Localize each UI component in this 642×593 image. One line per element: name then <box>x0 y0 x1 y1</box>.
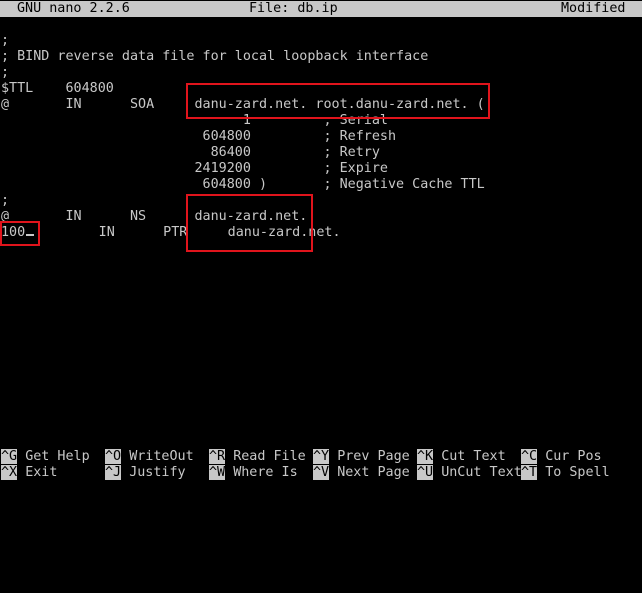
shortcut-where-is[interactable]: ^W Where Is <box>209 465 298 481</box>
shortcut-read-file[interactable]: ^R Read File <box>209 449 306 465</box>
shortcut-cut-text[interactable]: ^K Cut Text <box>417 449 506 465</box>
editor-line[interactable]: ; BIND reverse data file for local loopb… <box>1 49 428 65</box>
shortcut-writeout[interactable]: ^O WriteOut <box>105 449 194 465</box>
modified-status: Modified <box>561 1 626 16</box>
app-version: GNU nano 2.2.6 <box>17 1 130 16</box>
shortcut-exit[interactable]: ^X Exit <box>1 465 57 481</box>
editor-line[interactable]: 604800 ; Refresh <box>1 129 397 145</box>
shortcut-cur-pos[interactable]: ^C Cur Pos <box>521 449 602 465</box>
shortcut-get-help[interactable]: ^G Get Help <box>1 449 90 465</box>
shortcut-uncut-text[interactable]: ^U UnCut Text <box>417 465 522 481</box>
terminal-screen: GNU nano 2.2.6 File: db.ip Modified ; ; … <box>0 0 642 483</box>
shortcut-justify[interactable]: ^J Justify <box>105 465 186 481</box>
editor-line[interactable]: 86400 ; Retry <box>1 145 380 161</box>
shortcut-prev-page[interactable]: ^Y Prev Page <box>313 449 410 465</box>
file-name: File: db.ip <box>249 1 338 16</box>
shortcut-to-spell[interactable]: ^T To Spell <box>521 465 610 481</box>
editor-line[interactable]: $TTL 604800 <box>1 81 114 97</box>
nano-title-bar: GNU nano 2.2.6 File: db.ip Modified <box>0 1 642 17</box>
shortcut-next-page[interactable]: ^V Next Page <box>313 465 410 481</box>
shortcut-row-2: ^X Exit ^J Justify ^W Where Is ^V Next P… <box>1 465 641 481</box>
editor-line[interactable]: 2419200 ; Expire <box>1 161 388 177</box>
highlight-box-soa <box>186 83 490 119</box>
shortcut-row-1: ^G Get Help ^O WriteOut ^R Read File ^Y … <box>1 449 641 465</box>
highlight-box-100 <box>0 221 40 246</box>
editor-line[interactable]: ; <box>1 193 9 209</box>
editor-line[interactable]: 604800 ) ; Negative Cache TTL <box>1 177 485 193</box>
highlight-box-ns-ptr <box>186 194 313 252</box>
editor-line[interactable]: ; <box>1 33 9 49</box>
editor-line[interactable]: ; <box>1 65 9 81</box>
